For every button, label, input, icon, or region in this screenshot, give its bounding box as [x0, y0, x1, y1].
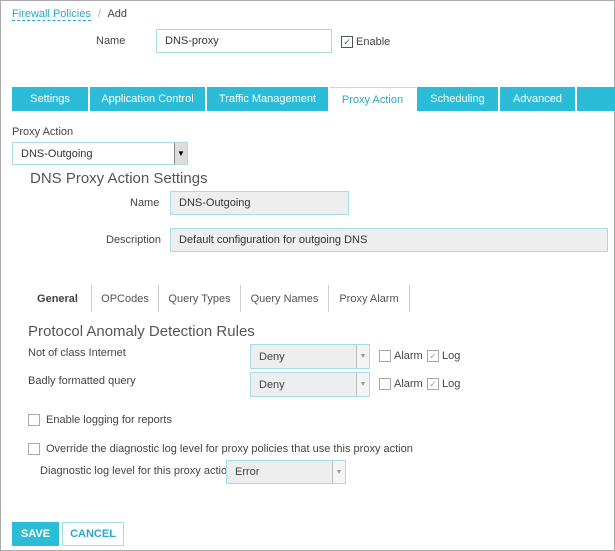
- override-log-level-checkbox[interactable]: Override the diagnostic log level for pr…: [28, 443, 413, 456]
- alarm-label: Alarm: [394, 378, 423, 390]
- proxy-action-label: Proxy Action: [12, 126, 74, 138]
- subtab-query-names[interactable]: Query Names: [241, 285, 329, 312]
- breadcrumb: Firewall Policies / Add: [12, 8, 128, 21]
- log-level-label: Diagnostic log level for this proxy acti…: [40, 465, 234, 477]
- breadcrumb-separator: /: [97, 8, 101, 20]
- dns-settings-heading: DNS Proxy Action Settings: [30, 170, 208, 187]
- checkmark-icon: ✓: [427, 350, 439, 363]
- description-input[interactable]: Default configuration for outgoing DNS: [170, 228, 608, 252]
- proxy-action-select[interactable]: DNS-Outgoing ▼: [12, 142, 188, 165]
- log-label: Log: [442, 378, 461, 390]
- policy-tabs: Settings Application Control Traffic Man…: [12, 87, 615, 111]
- log-checkbox[interactable]: ✓ Log: [427, 350, 461, 363]
- log-label: Log: [442, 350, 461, 362]
- subtab-query-types[interactable]: Query Types: [159, 285, 241, 312]
- tab-proxy-action[interactable]: Proxy Action: [330, 87, 417, 111]
- subtab-proxy-alarm[interactable]: Proxy Alarm: [329, 285, 410, 312]
- subtab-opcodes[interactable]: OPCodes: [92, 285, 159, 312]
- log-level-value: Error: [235, 466, 260, 478]
- rule-action-value: Deny: [259, 378, 285, 391]
- enable-label: Enable: [356, 36, 391, 48]
- tab-scheduling[interactable]: Scheduling: [417, 87, 500, 111]
- checkmark-icon: ✓: [427, 378, 439, 391]
- action-name-input[interactable]: DNS-Outgoing: [170, 191, 349, 215]
- proxy-action-value: DNS-Outgoing: [21, 147, 93, 160]
- enable-checkbox[interactable]: ✓ Enable: [341, 36, 391, 49]
- tab-settings[interactable]: Settings: [12, 87, 90, 111]
- chevron-down-icon: ▼: [356, 345, 369, 368]
- policy-name-label: Name: [96, 35, 126, 47]
- rule-action-value: Deny: [259, 350, 285, 363]
- alarm-label: Alarm: [394, 350, 423, 362]
- action-name-label: Name: [130, 197, 160, 209]
- breadcrumb-firewall-policies[interactable]: Firewall Policies: [12, 8, 91, 21]
- alarm-checkbox[interactable]: Alarm: [379, 378, 423, 391]
- override-log-level-label: Override the diagnostic log level for pr…: [46, 443, 413, 455]
- rules-heading: Protocol Anomaly Detection Rules: [28, 323, 255, 340]
- checkbox-box: [28, 414, 40, 427]
- enable-logging-checkbox[interactable]: Enable logging for reports: [28, 414, 172, 427]
- checkmark-icon: ✓: [341, 36, 353, 49]
- checkbox-box: [379, 350, 391, 363]
- chevron-down-icon[interactable]: ▼: [174, 143, 187, 164]
- save-button[interactable]: SAVE: [12, 522, 59, 546]
- policy-name-input[interactable]: DNS-proxy: [156, 29, 332, 53]
- tab-advanced[interactable]: Advanced: [500, 87, 577, 111]
- description-label: Description: [106, 234, 162, 246]
- rule-label: Badly formatted query: [28, 375, 136, 387]
- checkbox-box: [28, 443, 40, 456]
- alarm-checkbox[interactable]: Alarm: [379, 350, 423, 363]
- cancel-button[interactable]: CANCEL: [62, 522, 124, 546]
- chevron-down-icon: ▼: [332, 461, 345, 483]
- checkbox-box: [379, 378, 391, 391]
- subtab-general[interactable]: General: [24, 285, 92, 312]
- rule-label: Not of class Internet: [28, 347, 126, 359]
- enable-logging-label: Enable logging for reports: [46, 414, 172, 426]
- log-level-select[interactable]: Error ▼: [226, 460, 346, 484]
- rule-action-select[interactable]: Deny ▼: [250, 344, 370, 369]
- proxy-subtabs: General OPCodes Query Types Query Names …: [24, 285, 410, 312]
- log-checkbox[interactable]: ✓ Log: [427, 378, 461, 391]
- breadcrumb-current: Add: [107, 8, 128, 20]
- tab-traffic-management[interactable]: Traffic Management: [207, 87, 330, 111]
- tab-application-control[interactable]: Application Control: [90, 87, 207, 111]
- chevron-down-icon: ▼: [356, 373, 369, 396]
- rule-action-select[interactable]: Deny ▼: [250, 372, 370, 397]
